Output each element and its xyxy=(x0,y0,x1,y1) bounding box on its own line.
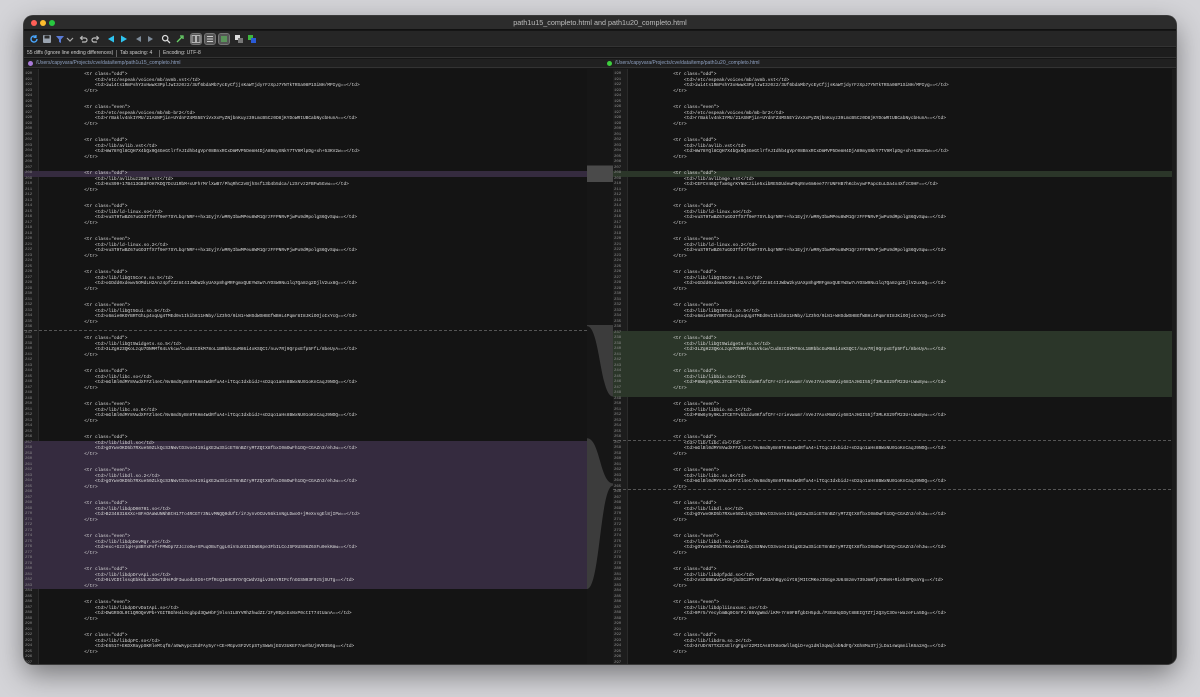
left-file-marker-icon xyxy=(28,61,33,66)
list-view-icon[interactable] xyxy=(204,33,216,45)
copy-right-icon[interactable] xyxy=(247,34,257,44)
window-title: path1u15_completo.html and path1u20_comp… xyxy=(513,18,687,27)
title-bar: path1u15_completo.html and path1u20_comp… xyxy=(24,16,1176,30)
right-file-marker-icon xyxy=(607,61,612,66)
right-editor-pane[interactable]: 190 <tr class="odd"> 191 <td>/etc/espeak/… xyxy=(613,69,1176,664)
file-path-bar: /Users/capyvara/Projects/cve/data/temp/p… xyxy=(24,59,1176,68)
redo-icon[interactable] xyxy=(91,34,101,44)
toolbar xyxy=(24,31,1176,47)
status-divider xyxy=(116,49,117,57)
dropdown-icon[interactable] xyxy=(65,34,75,44)
prev-change-alt-icon[interactable] xyxy=(133,34,143,44)
diff-connector xyxy=(587,165,613,589)
undo-icon[interactable] xyxy=(78,34,88,44)
diff-connector-ribbon xyxy=(587,325,613,397)
tab-spacing: Tab spacing: 4 xyxy=(120,50,153,56)
next-change-alt-icon[interactable] xyxy=(146,34,156,44)
copy-left-icon[interactable] xyxy=(234,34,244,44)
encoding: Encoding: UTF-8 xyxy=(163,50,201,56)
diff-count: 55 diffs (Ignore line ending differences… xyxy=(27,50,114,56)
prev-change-icon[interactable] xyxy=(106,34,116,44)
status-divider xyxy=(159,49,160,57)
line-number: 297 xyxy=(25,660,33,665)
left-editor-pane[interactable]: 190 <tr class="odd"> 191 <td>/etc/espeak/… xyxy=(24,69,587,664)
save-icon[interactable] xyxy=(42,34,52,44)
filter-icon[interactable] xyxy=(55,34,65,44)
vertical-scrollbar[interactable] xyxy=(1172,69,1176,664)
diff-connector-ribbon xyxy=(587,438,613,589)
replace-icon[interactable] xyxy=(175,34,185,44)
code-line[interactable]: 297 xyxy=(613,661,1176,665)
right-file-path[interactable]: /Users/capyvara/Projects/cve/data/temp/p… xyxy=(615,59,760,68)
left-file-path[interactable]: /Users/capyvara/Projects/cve/data/temp/p… xyxy=(36,59,181,68)
sync-view-icon[interactable] xyxy=(218,33,230,45)
diff-window: path1u15_completo.html and path1u20_comp… xyxy=(24,16,1176,664)
code-line[interactable]: 297 xyxy=(24,661,587,665)
status-bar: 55 diffs (Ignore line ending differences… xyxy=(24,48,1176,58)
diff-connector-ribbon xyxy=(587,165,613,182)
refresh-icon[interactable] xyxy=(29,34,39,44)
split-view-icon[interactable] xyxy=(190,33,202,45)
line-number: 297 xyxy=(614,660,622,665)
next-change-icon[interactable] xyxy=(119,34,129,44)
search-icon[interactable] xyxy=(161,34,171,44)
